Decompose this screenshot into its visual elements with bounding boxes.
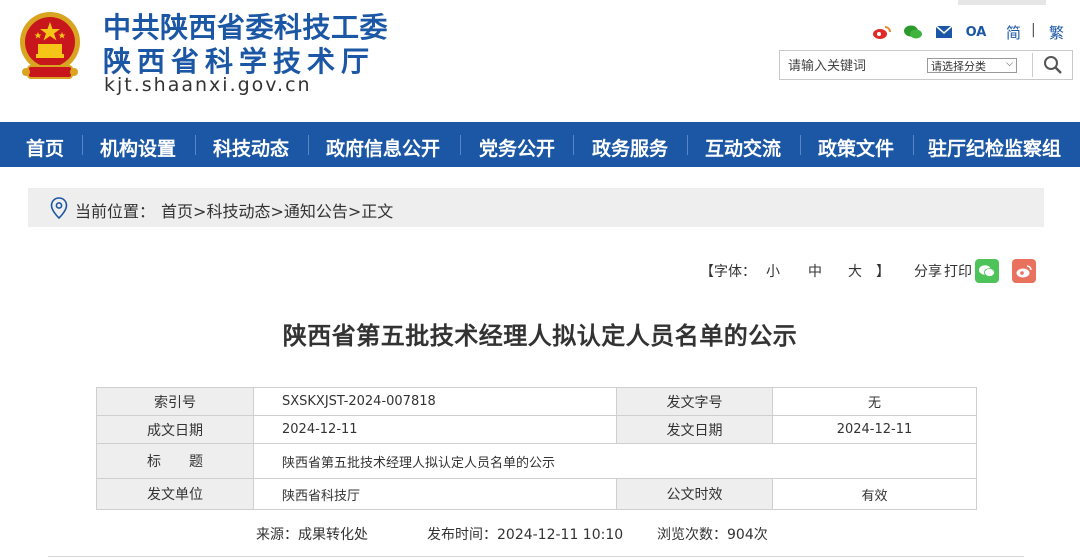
font-size-bracket-close: 】: [876, 264, 890, 280]
nav-separator: [913, 135, 914, 155]
nav-item-policy-docs[interactable]: 政策文件: [818, 134, 894, 161]
share-label: 分享: [914, 264, 942, 280]
nav-item-party-affairs[interactable]: 党务公开: [479, 134, 555, 161]
nav-separator: [800, 135, 801, 155]
top-accent-bar: [958, 0, 1046, 5]
index-value: SXSKXJST-2024-007818: [253, 387, 617, 416]
site-header: 中共陕西省委科技工委 陕西省科学技术厅 kjt.shaanxi.gov.cn O…: [0, 0, 1080, 122]
breadcrumb-separator: >: [270, 202, 284, 221]
table-row: 标 题 陕西省第五批技术经理人拟认定人员名单的公示: [96, 443, 977, 479]
issued-date-value: 2024-12-11: [772, 415, 977, 444]
nav-item-organization[interactable]: 机构设置: [100, 134, 176, 161]
main-nav: 首页 机构设置 科技动态 政府信息公开 党务公开 政务服务 互动交流 政策文件 …: [0, 122, 1080, 167]
nav-item-discipline-inspection[interactable]: 驻厅纪检监察组: [928, 134, 1061, 161]
nav-separator: [82, 135, 83, 155]
font-size-small[interactable]: 小: [766, 261, 780, 281]
created-date-label: 成文日期: [96, 415, 254, 444]
issuer-label: 发文单位: [96, 478, 254, 510]
breadcrumb-trail: 当前位置： 首页>科技动态>通知公告>正文: [75, 198, 393, 222]
mail-icon[interactable]: [934, 22, 954, 42]
category-select[interactable]: 请选择分类 ⌵: [927, 58, 1017, 73]
validity-value: 有效: [772, 478, 977, 510]
nav-separator: [573, 135, 574, 155]
nav-item-interaction[interactable]: 互动交流: [705, 134, 781, 161]
divider: [48, 556, 1024, 557]
chevron-down-icon: ⌵: [1006, 59, 1013, 69]
search-input[interactable]: [786, 55, 920, 77]
nav-separator: [460, 135, 461, 155]
lang-separator: |: [1031, 22, 1036, 38]
search-button[interactable]: [1036, 52, 1070, 78]
search-icon: [1044, 56, 1062, 74]
document-meta-table: 索引号 SXSKXJST-2024-007818 发文字号 无 成文日期 202…: [96, 387, 977, 510]
oa-link[interactable]: OA: [963, 22, 989, 42]
nav-item-home[interactable]: 首页: [26, 134, 64, 161]
view-count: 浏览次数：904次: [657, 527, 768, 543]
breadcrumb: 当前位置： 首页>科技动态>通知公告>正文: [28, 188, 1044, 227]
simplified-chinese-link[interactable]: 简: [1006, 22, 1021, 43]
location-pin-icon: [50, 197, 68, 219]
breadcrumb-sci-tech-news[interactable]: 科技动态: [206, 202, 270, 221]
index-label: 索引号: [96, 387, 254, 416]
nav-separator: [195, 135, 196, 155]
font-size-large[interactable]: 大: [848, 261, 862, 281]
issuer-value: 陕西省科技厅: [253, 478, 617, 510]
search-divider: [1032, 53, 1033, 77]
national-emblem-logo: [14, 8, 86, 84]
source-info: 来源：成果转化处: [256, 527, 368, 543]
traditional-chinese-link[interactable]: 繁: [1049, 22, 1064, 43]
breadcrumb-home[interactable]: 首页: [161, 202, 193, 221]
nav-item-gov-info-disclosure[interactable]: 政府信息公开: [326, 134, 440, 161]
validity-label: 公文时效: [616, 478, 773, 510]
table-row: 索引号 SXSKXJST-2024-007818 发文字号 无: [96, 387, 977, 416]
publish-time: 发布时间：2024-12-11 10:10: [427, 527, 624, 543]
print-button[interactable]: 打印: [944, 261, 972, 281]
article-title: 陕西省第五批技术经理人拟认定人员名单的公示: [282, 322, 798, 350]
nav-item-gov-services[interactable]: 政务服务: [592, 134, 668, 161]
breadcrumb-separator: >: [193, 202, 207, 221]
font-size-medium[interactable]: 中: [808, 261, 822, 281]
doc-number-value: 无: [772, 387, 977, 416]
nav-item-sci-tech-news[interactable]: 科技动态: [213, 134, 289, 161]
breadcrumb-prefix: 当前位置：: [75, 202, 156, 221]
nav-separator: [308, 135, 309, 155]
breadcrumb-current: 正文: [361, 202, 394, 221]
table-row: 成文日期 2024-12-11 发文日期 2024-12-11: [96, 415, 977, 444]
wechat-icon[interactable]: [902, 22, 924, 42]
nav-separator: [687, 135, 688, 155]
created-date-value: 2024-12-11: [253, 415, 617, 444]
category-select-value: 请选择分类: [931, 59, 986, 73]
breadcrumb-notices[interactable]: 通知公告: [284, 202, 348, 221]
font-size-label: 【字体：: [700, 264, 756, 280]
weibo-icon[interactable]: [871, 22, 893, 42]
subject-value: 陕西省第五批技术经理人拟认定人员名单的公示: [253, 443, 977, 479]
weibo-share-icon[interactable]: [1012, 259, 1036, 283]
site-domain: kjt.shaanxi.gov.cn: [104, 74, 312, 96]
breadcrumb-separator: >: [347, 202, 362, 221]
subject-label: 标 题: [96, 443, 254, 479]
issued-date-label: 发文日期: [616, 415, 773, 444]
doc-number-label: 发文字号: [616, 387, 773, 416]
wechat-share-icon[interactable]: [975, 259, 999, 283]
search-box: 请选择分类 ⌵: [779, 50, 1073, 80]
table-row: 发文单位 陕西省科技厅 公文时效 有效: [96, 478, 977, 510]
